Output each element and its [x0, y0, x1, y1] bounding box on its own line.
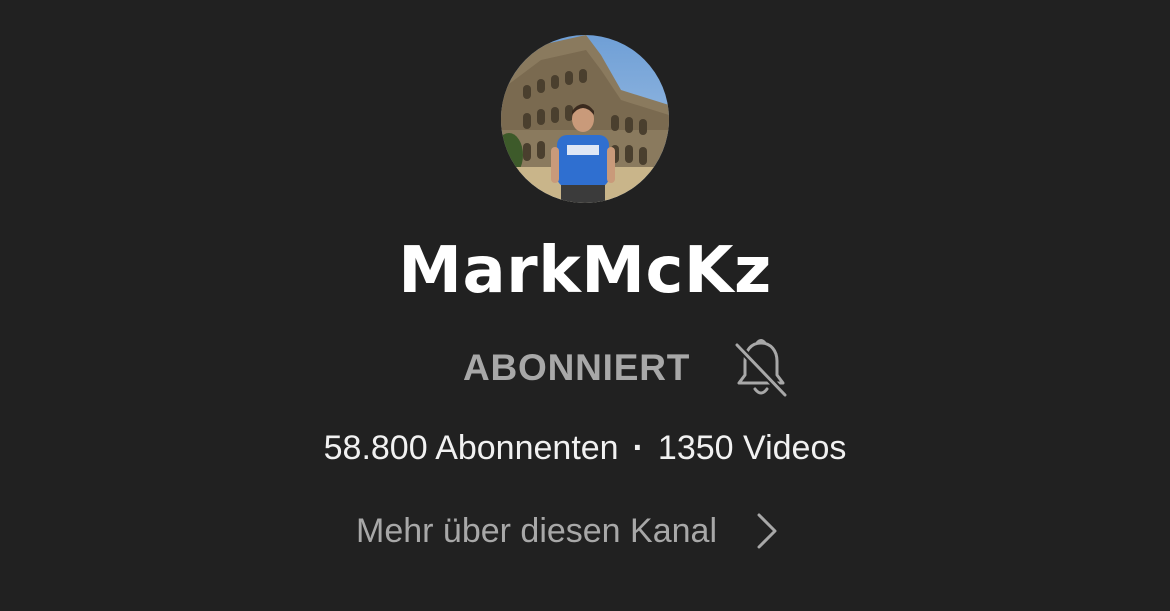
bell-off-icon	[734, 339, 788, 398]
subscriber-count: 58.800 Abonnenten	[323, 429, 619, 467]
subscribed-button[interactable]: ABONNIERT	[455, 347, 698, 389]
video-count: 1350 Videos	[657, 429, 847, 467]
avatar-photo	[501, 35, 669, 203]
channel-stats: 58.800 Abonnenten · 1350 Videos	[0, 425, 1170, 471]
more-about-channel-label: Mehr über diesen Kanal	[356, 511, 718, 550]
subscribe-row: ABONNIERT	[455, 333, 790, 403]
channel-header: MarkMcKz ABONNIERT 58.800 Abonnenten · 135…	[0, 0, 1170, 611]
channel-avatar[interactable]	[501, 35, 669, 203]
notification-bell-button[interactable]	[732, 337, 790, 399]
channel-name: MarkMcKz	[398, 234, 772, 308]
more-about-channel-link[interactable]: Mehr über diesen Kanal	[356, 506, 779, 556]
stats-separator: ·	[632, 429, 644, 467]
chevron-right-icon	[755, 511, 779, 551]
